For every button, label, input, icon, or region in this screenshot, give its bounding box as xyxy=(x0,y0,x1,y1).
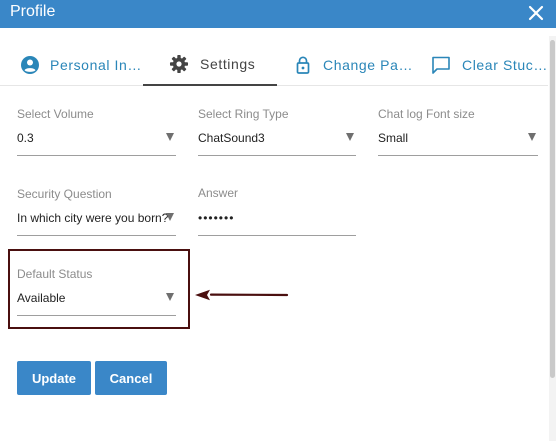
ring-type-label: Select Ring Type xyxy=(198,107,289,121)
dropdown-arrow-icon[interactable] xyxy=(166,133,174,141)
ring-type-select[interactable]: Select Ring Type ChatSound3 xyxy=(198,107,356,156)
volume-value: 0.3 xyxy=(17,131,34,145)
font-size-label: Chat log Font size xyxy=(378,107,475,121)
font-size-select[interactable]: Chat log Font size Small xyxy=(378,107,538,156)
answer-label: Answer xyxy=(198,186,239,200)
security-question-label: Security Question xyxy=(17,187,112,201)
annotation-arrow-icon xyxy=(195,289,289,301)
dialog-titlebar: Profile xyxy=(0,0,556,28)
tab-bar: Personal In… Settings Change Pa… Clear S… xyxy=(0,44,548,86)
lock-icon xyxy=(293,54,313,76)
tab-personal-info[interactable]: Personal In… xyxy=(20,44,142,86)
dropdown-arrow-icon[interactable] xyxy=(166,213,174,221)
volume-label: Select Volume xyxy=(17,107,94,121)
field-underline xyxy=(17,155,176,156)
annotation-highlight-box xyxy=(8,249,190,329)
tab-settings[interactable]: Settings xyxy=(143,44,277,86)
dropdown-arrow-icon[interactable] xyxy=(528,133,536,141)
dropdown-arrow-icon[interactable] xyxy=(346,133,354,141)
dialog-title: Profile xyxy=(10,3,56,20)
cancel-button[interactable]: Cancel xyxy=(95,361,167,395)
field-underline xyxy=(17,235,176,236)
field-underline xyxy=(198,235,356,236)
tab-settings-label: Settings xyxy=(200,56,256,72)
profile-dialog: Profile Personal In… Settings Change Pa…… xyxy=(0,0,556,441)
tab-change-password[interactable]: Change Pa… xyxy=(293,44,414,86)
volume-select[interactable]: Select Volume 0.3 xyxy=(17,107,176,156)
close-icon[interactable] xyxy=(526,0,546,26)
tab-change-password-label: Change Pa… xyxy=(323,57,414,73)
security-question-value: In which city were you born? xyxy=(17,211,169,225)
tab-personal-info-label: Personal In… xyxy=(50,57,143,73)
tab-clear-stuck-label: Clear Stuc… xyxy=(462,57,548,73)
chat-bubble-icon xyxy=(430,54,452,76)
gear-icon xyxy=(168,53,190,75)
tab-clear-stuck[interactable]: Clear Stuc… xyxy=(430,44,548,86)
field-underline xyxy=(198,155,356,156)
scrollbar-thumb[interactable] xyxy=(550,40,555,378)
font-size-value: Small xyxy=(378,131,409,145)
ring-type-value: ChatSound3 xyxy=(198,131,265,145)
answer-field[interactable]: Answer ••••••• xyxy=(198,186,356,236)
answer-value: ••••••• xyxy=(198,211,235,225)
security-question-select[interactable]: Security Question In which city were you… xyxy=(17,187,176,236)
account-circle-icon xyxy=(20,54,40,76)
update-button[interactable]: Update xyxy=(17,361,91,395)
field-underline xyxy=(378,155,538,156)
scrollbar[interactable] xyxy=(549,36,556,441)
